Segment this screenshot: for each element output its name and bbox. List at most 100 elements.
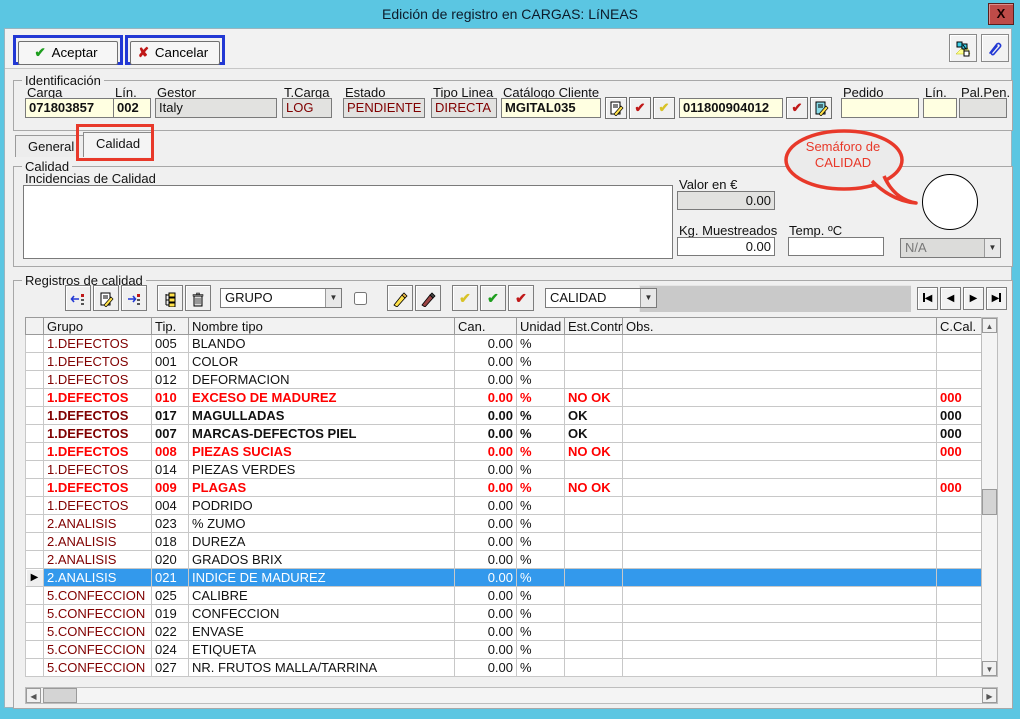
table-row[interactable]: 1.DEFECTOS007MARCAS-DEFECTOS PIEL0.00%OK…	[26, 425, 982, 443]
sign-dark-button[interactable]	[415, 285, 441, 311]
table-row[interactable]: 1.DEFECTOS001COLOR0.00%	[26, 353, 982, 371]
table-row[interactable]: ▶2.ANALISIS021INDICE DE MADUREZ0.00%	[26, 569, 982, 587]
row-selector[interactable]	[26, 551, 44, 569]
table-row[interactable]: 2.ANALISIS023% ZUMO0.00%	[26, 515, 982, 533]
vertical-scrollbar[interactable]: ▲ ▼	[981, 317, 998, 677]
col-header-nombre[interactable]: Nombre tipo	[189, 318, 455, 335]
col-header-grupo[interactable]: Grupo	[44, 318, 152, 335]
scroll-left-button[interactable]: ◀	[26, 688, 41, 703]
temp-field[interactable]	[788, 237, 884, 256]
row-selector[interactable]	[26, 497, 44, 515]
row-selector[interactable]	[26, 623, 44, 641]
table-row[interactable]: 5.CONFECCION027NR. FRUTOS MALLA/TARRINA0…	[26, 659, 982, 677]
nav-last-icon	[999, 293, 1001, 302]
col-header-tip[interactable]: Tip.	[152, 318, 189, 335]
lin2-field[interactable]	[923, 98, 957, 118]
incidencias-textarea[interactable]	[23, 185, 673, 259]
table-row[interactable]: 5.CONFECCION025CALIBRE0.00%	[26, 587, 982, 605]
record-edit-button[interactable]	[93, 285, 119, 311]
catalogo-yellow-check-button[interactable]: ✔	[653, 97, 675, 119]
table-row[interactable]: 1.DEFECTOS017MAGULLADAS0.00%OK000	[26, 407, 982, 425]
table-row[interactable]: 1.DEFECTOS014PIEZAS VERDES0.00%	[26, 461, 982, 479]
row-selector[interactable]	[26, 389, 44, 407]
calidad-dropdown[interactable]: CALIDAD ▼	[545, 288, 657, 308]
referencia-red-check-button[interactable]: ✔	[786, 97, 808, 119]
status-red-check-button[interactable]: ✔	[508, 285, 534, 311]
sign-yellow-button[interactable]	[387, 285, 413, 311]
row-selector[interactable]	[26, 659, 44, 677]
row-selector[interactable]	[26, 425, 44, 443]
table-row[interactable]: 1.DEFECTOS008PIEZAS SUCIAS0.00%NO OK000	[26, 443, 982, 461]
cell-est-control	[565, 605, 623, 623]
catalogo-field[interactable]: MGITAL035	[501, 98, 601, 118]
green-check-icon: ✔	[487, 290, 499, 306]
row-selector[interactable]	[26, 479, 44, 497]
nav-last-button[interactable]: ▶	[986, 287, 1007, 310]
row-selector[interactable]	[26, 605, 44, 623]
row-selector[interactable]	[26, 587, 44, 605]
horizontal-scrollbar[interactable]: ◀ ▶	[25, 687, 998, 704]
cell-tip: 005	[152, 335, 189, 353]
col-header-can[interactable]: Can.	[455, 318, 517, 335]
close-button[interactable]: X	[988, 3, 1014, 25]
row-selector[interactable]	[26, 533, 44, 551]
col-header-unidad[interactable]: Unidad	[517, 318, 565, 335]
cancel-label: Cancelar	[155, 45, 208, 60]
attachments-button[interactable]	[981, 34, 1009, 62]
status-yellow-check-button[interactable]: ✔	[452, 285, 478, 311]
col-header-obs[interactable]: Obs.	[623, 318, 937, 335]
row-selector[interactable]	[26, 641, 44, 659]
scroll-up-button[interactable]: ▲	[982, 318, 997, 333]
row-selector[interactable]: ▶	[26, 569, 44, 587]
table-row[interactable]: 2.ANALISIS018DUREZA0.00%	[26, 533, 982, 551]
record-prev-assign-button[interactable]	[65, 285, 91, 311]
table-row[interactable]: 1.DEFECTOS009PLAGAS0.00%NO OK000	[26, 479, 982, 497]
grupo-dropdown[interactable]: GRUPO ▼	[220, 288, 342, 308]
hscroll-thumb[interactable]	[43, 688, 77, 703]
col-header-ccal[interactable]: C.Cal.	[937, 318, 982, 335]
table-row[interactable]: 1.DEFECTOS005BLANDO0.00%	[26, 335, 982, 353]
status-green-check-button[interactable]: ✔	[480, 285, 506, 311]
cell-grupo: 1.DEFECTOS	[44, 335, 152, 353]
col-header-selector[interactable]	[26, 318, 44, 335]
row-selector[interactable]	[26, 371, 44, 389]
col-header-est[interactable]: Est.Control	[565, 318, 623, 335]
arrow-left-record-icon	[70, 292, 86, 306]
table-row[interactable]: 5.CONFECCION022ENVASE0.00%	[26, 623, 982, 641]
transfer-button[interactable]	[949, 34, 977, 62]
lin-field[interactable]: 002	[113, 98, 151, 118]
row-selector[interactable]	[26, 461, 44, 479]
pedido-field[interactable]	[841, 98, 919, 118]
group-list-button[interactable]	[157, 285, 183, 311]
catalogo-red-check-button[interactable]: ✔	[629, 97, 651, 119]
kg-field[interactable]: 0.00	[677, 237, 775, 256]
semaforo-dropdown[interactable]: N/A ▼	[900, 238, 1001, 258]
cell-ccal: 000	[937, 425, 982, 443]
row-selector[interactable]	[26, 353, 44, 371]
table-row[interactable]: 1.DEFECTOS012DEFORMACION0.00%	[26, 371, 982, 389]
vscroll-thumb[interactable]	[982, 489, 997, 515]
table-row[interactable]: 1.DEFECTOS004PODRIDO0.00%	[26, 497, 982, 515]
record-next-assign-button[interactable]	[121, 285, 147, 311]
referencia-doc-button[interactable]	[810, 97, 832, 119]
nav-prev-button[interactable]: ◀	[940, 287, 961, 310]
delete-record-button[interactable]	[185, 285, 211, 311]
row-selector[interactable]	[26, 335, 44, 353]
table-row[interactable]: 2.ANALISIS020GRADOS BRIX0.00%	[26, 551, 982, 569]
cancel-button[interactable]: ✘Cancelar	[130, 41, 220, 65]
catalogo-edit-button[interactable]	[605, 97, 627, 119]
nav-first-button[interactable]: ◀	[917, 287, 938, 310]
scroll-down-button[interactable]: ▼	[982, 661, 997, 676]
row-selector[interactable]	[26, 443, 44, 461]
accept-button[interactable]: ✔Aceptar	[18, 41, 118, 65]
table-row[interactable]: 5.CONFECCION024ETIQUETA0.00%	[26, 641, 982, 659]
referencia-field[interactable]: 011800904012	[679, 98, 783, 118]
nav-next-button[interactable]: ▶	[963, 287, 984, 310]
table-row[interactable]: 5.CONFECCION019CONFECCION0.00%	[26, 605, 982, 623]
table-row[interactable]: 1.DEFECTOS010EXCESO DE MADUREZ0.00%NO OK…	[26, 389, 982, 407]
row-selector[interactable]	[26, 407, 44, 425]
cell-grupo: 1.DEFECTOS	[44, 353, 152, 371]
scroll-right-button[interactable]: ▶	[982, 688, 997, 703]
filter-checkbox[interactable]	[354, 292, 367, 305]
row-selector[interactable]	[26, 515, 44, 533]
